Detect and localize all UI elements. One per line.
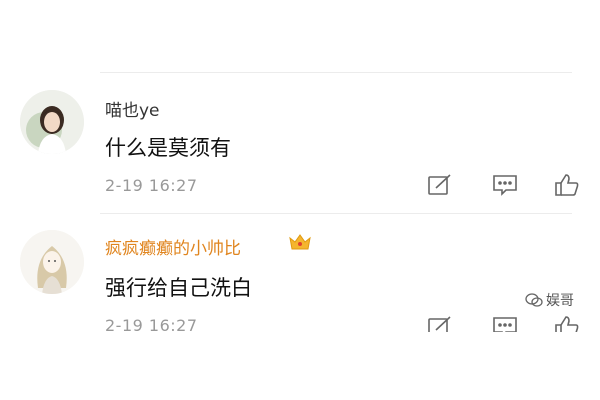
- comment-icon[interactable]: [492, 173, 518, 197]
- avatar[interactable]: [20, 230, 84, 294]
- cropped-area: [0, 332, 600, 400]
- comment-text: 什么是莫须有: [105, 136, 231, 160]
- crown-icon: [288, 232, 312, 252]
- username[interactable]: 喵也ye: [105, 96, 160, 121]
- avatar[interactable]: [20, 90, 84, 154]
- edit-icon[interactable]: [427, 173, 453, 197]
- watermark: 娱哥: [524, 290, 574, 310]
- timestamp: 2-19 16:27: [105, 176, 198, 195]
- like-icon[interactable]: [554, 173, 580, 197]
- username[interactable]: 疯疯癫癫的小帅比: [105, 234, 241, 259]
- divider: [100, 72, 572, 73]
- wechat-icon: [525, 293, 543, 307]
- divider: [100, 213, 572, 214]
- watermark-text: 娱哥: [546, 293, 574, 309]
- comment-text: 强行给自己洗白: [105, 276, 252, 300]
